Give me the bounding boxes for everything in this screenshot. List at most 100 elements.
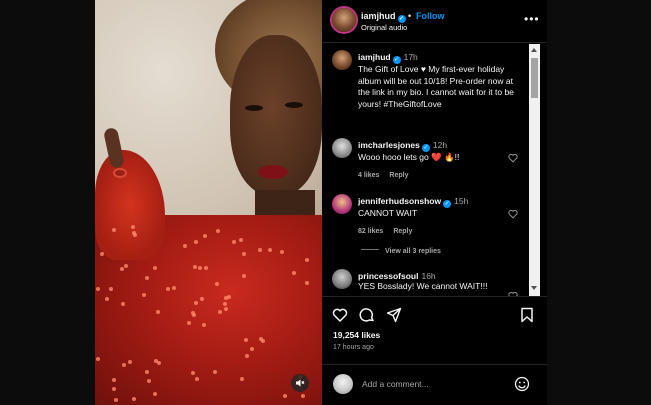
video-lips (258, 165, 288, 179)
dress-sequin (232, 240, 236, 244)
emoji-icon[interactable] (514, 376, 530, 392)
verified-icon: ✓ (392, 56, 401, 64)
comment-text: Wooo hooo lets go ❤️ 🔥!! (358, 152, 460, 162)
dress-sequin (166, 287, 170, 291)
header-username[interactable]: iamjhud ✓ (361, 11, 406, 23)
dress-sequin (240, 377, 244, 381)
backdrop-right[interactable] (547, 0, 651, 405)
comment-icon[interactable] (359, 307, 375, 323)
mute-button[interactable] (291, 374, 309, 392)
dress-sequin (183, 244, 187, 248)
dress-sequin (112, 378, 116, 382)
replies-divider (361, 249, 379, 250)
dress-sequin (120, 267, 124, 271)
dress-sequin (121, 302, 125, 306)
dress-sequin (105, 297, 109, 301)
scroll-thumb[interactable] (531, 58, 538, 98)
bookmark-icon[interactable] (519, 307, 535, 323)
share-icon[interactable] (386, 307, 402, 323)
comments-list[interactable]: iamjhud ✓ 17h The Gift of Love ♥ My first-… (322, 44, 529, 296)
post-panel: iamjhud ✓ • Follow Original audio ••• iam… (322, 0, 547, 405)
dress-sequin (268, 248, 272, 252)
comment-likes[interactable]: 4 likes (358, 172, 379, 179)
verified-icon: ✓ (443, 200, 452, 208)
heart-icon[interactable] (508, 209, 518, 219)
heart-icon[interactable] (508, 153, 518, 163)
dress-sequin (128, 360, 132, 364)
dress-sequin (198, 266, 202, 270)
header-username-text[interactable]: iamjhud (361, 11, 396, 21)
dress-sequin (194, 240, 198, 244)
comment-text: CANNOT WAIT (358, 208, 418, 218)
dress-sequin (195, 377, 199, 381)
dress-sequin (154, 359, 158, 363)
dress-sequin (132, 397, 136, 401)
dress-sequin (224, 307, 228, 311)
dress-sequin (242, 274, 246, 278)
reply-button[interactable]: Reply (389, 172, 408, 179)
dress-sequin (204, 266, 208, 270)
reply-button[interactable]: Reply (393, 228, 412, 235)
dress-sequin (156, 310, 160, 314)
post-timestamp: 17 hours ago (333, 344, 374, 351)
mute-icon (296, 379, 305, 387)
video-ring (113, 168, 127, 178)
dress-sequin (153, 392, 157, 396)
view-replies-button[interactable]: View all 3 replies (361, 248, 441, 255)
comment-likes[interactable]: 82 likes (358, 228, 383, 235)
dress-sequin (112, 228, 116, 232)
comment-avatar[interactable] (332, 269, 352, 289)
dress-sequin (122, 363, 126, 367)
dress-sequin (200, 297, 204, 301)
dress-sequin (172, 286, 176, 290)
comment-username[interactable]: jenniferhudsonshow (358, 196, 441, 206)
scroll-down-arrow[interactable] (531, 286, 537, 290)
dress-sequin (301, 394, 305, 398)
post-header: iamjhud ✓ • Follow Original audio ••• (322, 0, 547, 43)
caption-avatar[interactable] (332, 50, 352, 70)
dress-sequin (215, 282, 219, 286)
caption-text: The Gift of Love ♥ My first-ever holiday… (358, 64, 514, 109)
audio-link[interactable]: Original audio (361, 23, 407, 32)
comment-avatar[interactable] (332, 194, 352, 214)
dress-sequin (142, 293, 146, 297)
dress-sequin (292, 271, 296, 275)
dress-sequin (245, 354, 249, 358)
dress-sequin (193, 265, 197, 269)
dress-sequin (239, 238, 243, 242)
heart-icon[interactable] (332, 307, 348, 323)
header-avatar[interactable] (332, 8, 356, 32)
caption-time: 17h (403, 52, 418, 62)
caption-username[interactable]: iamjhud (358, 52, 391, 62)
comments-scrollbar[interactable] (529, 44, 540, 296)
dress-sequin (145, 370, 149, 374)
dress-sequin (109, 287, 113, 291)
video-eye-left (245, 105, 263, 111)
comment-time: 15h (454, 196, 469, 206)
likes-count[interactable]: 19,254 likes (333, 330, 380, 340)
header-separator: • (408, 11, 412, 21)
dress-sequin (244, 338, 248, 342)
dress-sequin (194, 301, 198, 305)
dress-sequin (145, 276, 149, 280)
dress-sequin (124, 264, 128, 268)
current-user-avatar[interactable] (333, 374, 353, 394)
view-replies-label[interactable]: View all 3 replies (385, 248, 441, 255)
video-eye-right (285, 102, 303, 108)
backdrop-left[interactable] (0, 0, 95, 405)
comment-username[interactable]: princessofsoul (358, 271, 418, 281)
dress-sequin (191, 311, 195, 315)
dress-sequin (305, 281, 309, 285)
dress-sequin (305, 258, 309, 262)
comment-username[interactable]: imcharlesjones (358, 140, 420, 150)
post-video[interactable] (95, 0, 322, 405)
comment-avatar[interactable] (332, 138, 352, 158)
comment-input[interactable] (362, 376, 512, 392)
follow-button[interactable]: Follow (416, 11, 445, 21)
dress-sequin (153, 266, 157, 270)
dress-sequin (100, 252, 104, 256)
more-icon[interactable]: ••• (524, 12, 540, 26)
dress-sequin (242, 252, 246, 256)
scroll-up-arrow[interactable] (531, 48, 537, 52)
dress-sequin (250, 347, 254, 351)
